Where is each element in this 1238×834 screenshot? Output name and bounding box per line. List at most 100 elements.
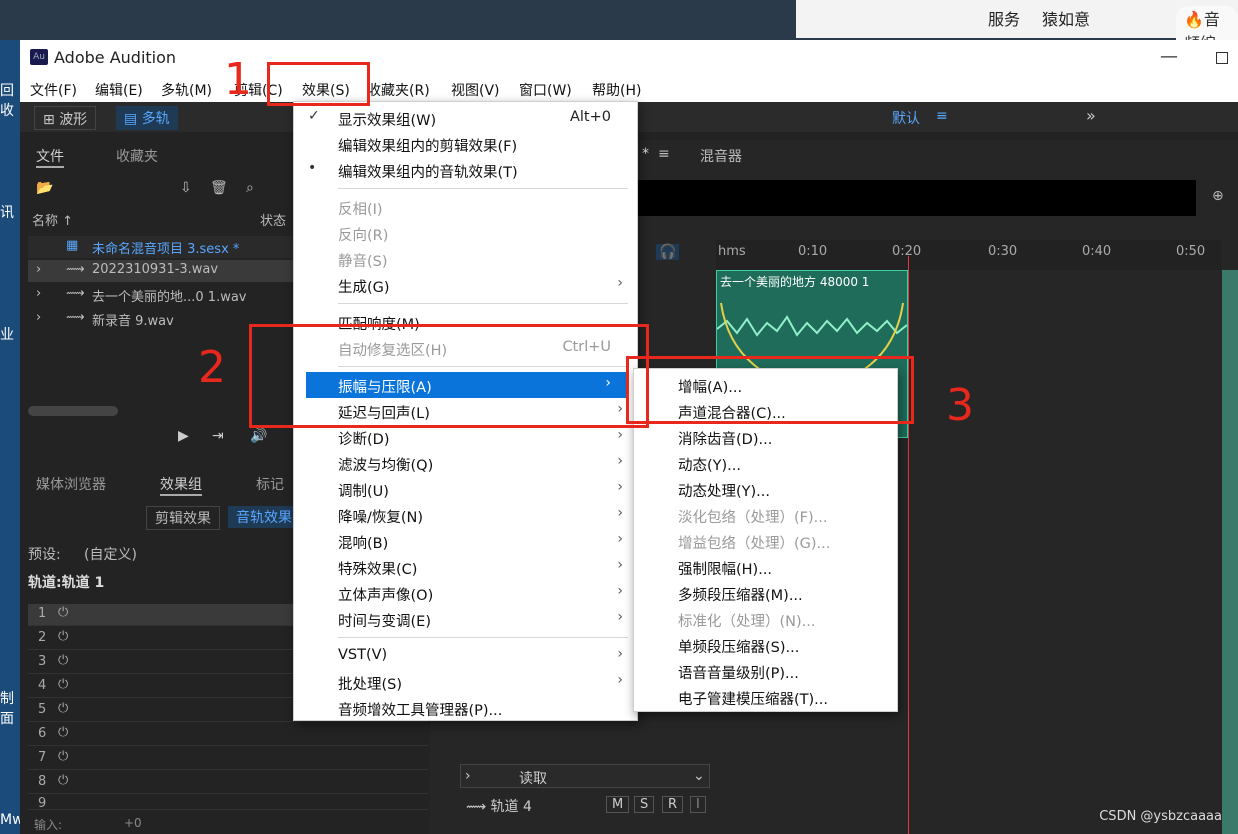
- menu-item-silence[interactable]: 静音(S): [294, 246, 639, 272]
- submenu-item-multiband-compressor[interactable]: 多频段压缩器(M)...: [634, 581, 899, 607]
- submenu-item-gain-envelope[interactable]: 增益包络（处理）(G)...: [634, 529, 899, 555]
- file-row[interactable]: › ⟿ 去一个美丽的地...0 1.wav: [28, 284, 298, 306]
- menu-item-edit-clip-effects[interactable]: 编辑效果组内的剪辑效果(F): [294, 131, 639, 157]
- expand-chevron-icon[interactable]: ›: [36, 310, 41, 325]
- headphones-icon[interactable]: 🎧: [656, 244, 680, 260]
- submenu-item-single-band-compressor[interactable]: 单频段压缩器(S)...: [634, 633, 899, 659]
- menu-bar: 文件(F) 编辑(E) 多轨(M) 剪辑(C) 效果(S) 收藏夹(R) 视图(…: [20, 76, 1238, 102]
- play-icon[interactable]: ▶: [178, 428, 189, 444]
- menu-edit[interactable]: 编辑(E): [95, 80, 143, 100]
- menu-item-show-effects-rack[interactable]: ✓ 显示效果组(W) Alt+0: [294, 105, 639, 131]
- tab-favorites[interactable]: 收藏夹: [116, 146, 158, 166]
- zoom-icon[interactable]: ⊕: [1212, 188, 1224, 204]
- flame-icon: 🔥: [1184, 10, 1204, 29]
- tab-files[interactable]: 文件: [36, 146, 64, 168]
- menu-item-stereo-imagery[interactable]: 立体声声像(O) ›: [294, 580, 639, 606]
- effect-slot[interactable]: 8 ⏻: [28, 772, 428, 794]
- volume-icon[interactable]: 🔊: [250, 428, 267, 444]
- menu-help[interactable]: 帮助(H): [592, 80, 641, 100]
- check-icon: ✓: [308, 108, 320, 124]
- mute-button[interactable]: M: [606, 796, 630, 813]
- effect-slot[interactable]: 9: [28, 796, 428, 810]
- menu-item-reverb[interactable]: 混响(B) ›: [294, 528, 639, 554]
- power-icon[interactable]: ⏻: [58, 725, 68, 740]
- trash-icon[interactable]: 🗑: [210, 180, 228, 196]
- playhead[interactable]: [908, 256, 909, 834]
- open-folder-icon[interactable]: 📂: [36, 180, 53, 196]
- preset-select[interactable]: (自定义): [84, 544, 137, 564]
- submenu-item-normalize[interactable]: 标准化（处理）(N)...: [634, 607, 899, 633]
- submenu-item-fade-envelope[interactable]: 淡化包络（处理）(F)...: [634, 503, 899, 529]
- expand-chevron-icon[interactable]: ›: [36, 286, 41, 301]
- menu-item-edit-track-effects[interactable]: • 编辑效果组内的音轨效果(T): [294, 157, 639, 183]
- browser-tab-service[interactable]: 服务: [988, 6, 1020, 30]
- power-icon[interactable]: ⏻: [58, 773, 68, 788]
- column-name-header[interactable]: 名称 ↑: [32, 210, 73, 229]
- timeline-overview[interactable]: [636, 180, 1196, 216]
- menu-window[interactable]: 窗口(W): [519, 80, 572, 100]
- menu-item-vst[interactable]: VST(V) ›: [294, 643, 639, 669]
- effect-slot[interactable]: 6 ⏻: [28, 724, 428, 746]
- annotation-number-2: 2: [198, 342, 226, 393]
- submenu-item-dynamics[interactable]: 动态(Y)...: [634, 451, 899, 477]
- automation-mode-select[interactable]: › 读取 ⌄: [460, 764, 710, 788]
- clip-effects-toggle[interactable]: 剪辑效果: [146, 506, 220, 530]
- track-effects-toggle[interactable]: 音轨效果: [228, 506, 300, 528]
- menu-view[interactable]: 视图(V): [451, 80, 500, 100]
- menu-item-generate[interactable]: 生成(G) ›: [294, 272, 639, 298]
- audio-file-icon: ⟿: [66, 286, 85, 301]
- preset-label: 预设:: [28, 547, 61, 563]
- input-monitor-button[interactable]: I: [690, 796, 706, 813]
- horizontal-scrollbar[interactable]: [28, 406, 118, 416]
- submenu-item-deesser[interactable]: 消除齿音(D)...: [634, 425, 899, 451]
- power-icon[interactable]: ⏻: [58, 629, 68, 644]
- overflow-chevron-icon[interactable]: »: [1086, 106, 1096, 125]
- expand-chevron-icon[interactable]: ›: [465, 768, 471, 784]
- menu-item-reverse[interactable]: 反向(R): [294, 220, 639, 246]
- menu-item-special[interactable]: 特殊效果(C) ›: [294, 554, 639, 580]
- submenu-item-tube-compressor[interactable]: 电子管建模压缩器(T)...: [634, 685, 899, 711]
- record-arm-button[interactable]: R: [662, 796, 684, 813]
- workspace-selector[interactable]: 默认: [892, 108, 920, 128]
- tab-markers[interactable]: 标记: [256, 474, 284, 494]
- tab-mixer[interactable]: 混音器: [700, 146, 742, 166]
- menu-item-time-pitch[interactable]: 时间与变调(E) ›: [294, 606, 639, 632]
- power-icon[interactable]: ⏻: [58, 749, 68, 764]
- file-row-session[interactable]: ▦ 未命名混音项目 3.sesx *: [28, 236, 298, 258]
- time-ruler[interactable]: hms 0:10 0:20 0:30 0:40 0:50: [716, 240, 1221, 270]
- tab-effects-rack[interactable]: 效果组: [160, 474, 202, 496]
- power-icon[interactable]: ⏻: [58, 653, 68, 668]
- menu-item-invert[interactable]: 反相(I): [294, 194, 639, 220]
- power-icon[interactable]: ⏻: [58, 677, 68, 692]
- import-icon[interactable]: ⇩: [180, 180, 192, 196]
- file-row[interactable]: › ⟿ 2022310931-3.wav: [28, 260, 298, 282]
- menu-favorites[interactable]: 收藏夹(R): [367, 80, 430, 100]
- menu-multitrack[interactable]: 多轨(M): [161, 80, 212, 100]
- effect-slot[interactable]: 7 ⏻: [28, 748, 428, 770]
- menu-item-plugin-manager[interactable]: 音频增效工具管理器(P)...: [294, 695, 639, 721]
- tab-media-browser[interactable]: 媒体浏览器: [36, 474, 106, 494]
- menu-item-batch[interactable]: 批处理(S) ›: [294, 669, 639, 695]
- tab-editor[interactable]: *: [642, 146, 649, 162]
- submenu-item-dynamics-processing[interactable]: 动态处理(Y)...: [634, 477, 899, 503]
- maximize-icon[interactable]: [1216, 52, 1228, 64]
- menu-item-modulation[interactable]: 调制(U) ›: [294, 476, 639, 502]
- solo-button[interactable]: S: [634, 796, 655, 813]
- power-icon[interactable]: ⏻: [58, 701, 68, 716]
- expand-chevron-icon[interactable]: ›: [36, 262, 41, 277]
- minimize-icon[interactable]: —: [1160, 46, 1178, 67]
- tab-menu-icon[interactable]: ≡: [658, 146, 670, 162]
- search-icon[interactable]: ⌕: [246, 180, 254, 196]
- insert-icon[interactable]: ⇥: [212, 428, 224, 444]
- submenu-item-speech-volume-leveler[interactable]: 语音音量级别(P)...: [634, 659, 899, 685]
- browser-tab-yuanruyi[interactable]: 猿如意: [1042, 6, 1090, 30]
- waveform-view-button[interactable]: ⊞ 波形: [34, 106, 97, 130]
- multitrack-view-button[interactable]: ▤ 多轨: [116, 106, 178, 130]
- submenu-item-hard-limiter[interactable]: 强制限幅(H)...: [634, 555, 899, 581]
- workspace-menu-icon[interactable]: ≡: [936, 108, 948, 124]
- power-icon[interactable]: ⏻: [58, 605, 68, 620]
- menu-item-filter-eq[interactable]: 滤波与均衡(Q) ›: [294, 450, 639, 476]
- menu-file[interactable]: 文件(F): [30, 80, 77, 100]
- column-status-header[interactable]: 状态: [260, 210, 286, 229]
- menu-item-noise-reduction[interactable]: 降噪/恢复(N) ›: [294, 502, 639, 528]
